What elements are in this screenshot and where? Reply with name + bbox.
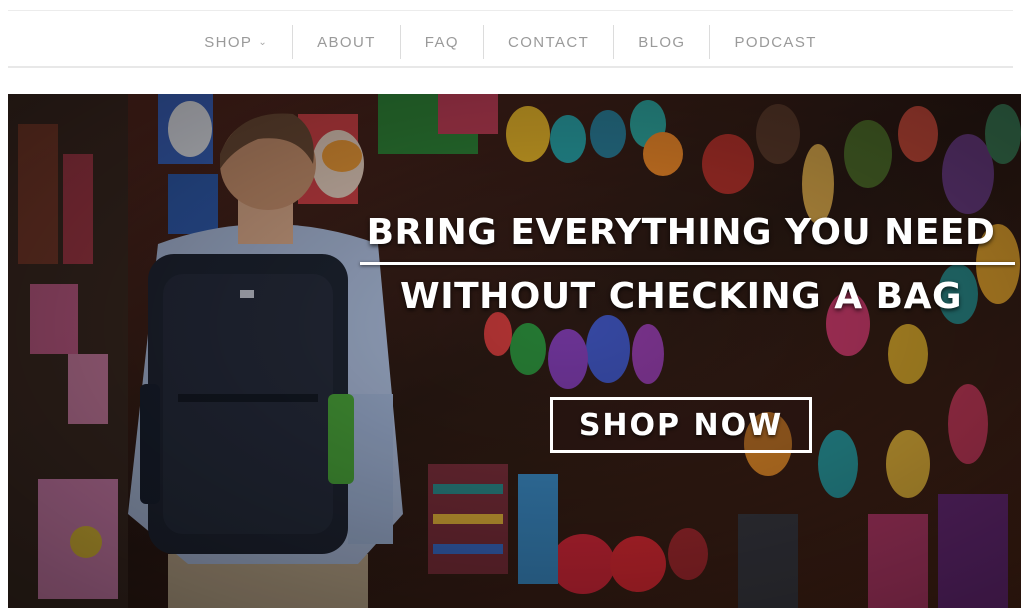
nav-top-divider <box>8 10 1013 11</box>
nav-item-faq[interactable]: FAQ <box>401 24 483 60</box>
hero-banner: BRING EVERYTHING YOU NEED WITHOUT CHECKI… <box>8 94 1021 608</box>
nav-item-blog[interactable]: BLOG <box>614 24 709 60</box>
chevron-down-icon: ⌄ <box>258 36 269 48</box>
hero-headline-line1: BRING EVERYTHING YOU NEED <box>366 212 996 253</box>
shop-now-button[interactable]: SHOP NOW <box>550 397 812 453</box>
nav-menu: SHOP ⌄ ABOUT FAQ CONTACT BLOG PODCAST <box>0 24 1021 60</box>
hero-headline-line2: WITHOUT CHECKING A BAG <box>399 276 963 317</box>
nav-item-podcast[interactable]: PODCAST <box>710 24 840 60</box>
headline-divider <box>360 262 1015 265</box>
nav-item-shop[interactable]: SHOP ⌄ <box>180 24 292 60</box>
top-navigation: SHOP ⌄ ABOUT FAQ CONTACT BLOG PODCAST <box>0 0 1021 90</box>
nav-item-contact[interactable]: CONTACT <box>484 24 613 60</box>
hero-background-image <box>8 94 1021 608</box>
nav-bottom-divider <box>8 66 1013 68</box>
nav-item-about[interactable]: ABOUT <box>293 24 400 60</box>
nav-item-shop-label: SHOP <box>204 33 253 51</box>
